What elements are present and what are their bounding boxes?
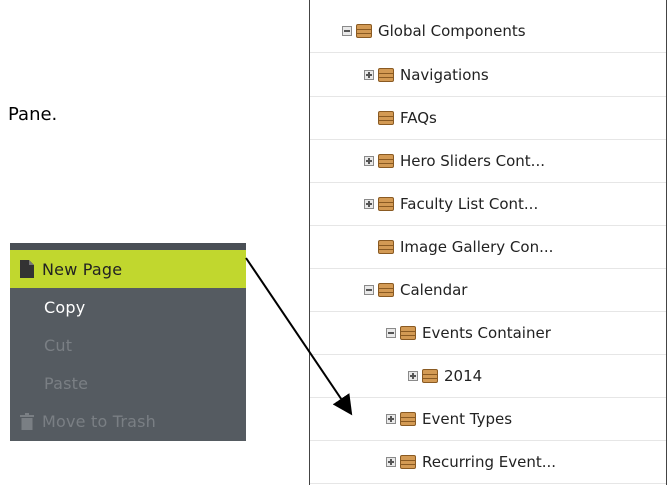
- tree-row-faqs[interactable]: FAQs: [310, 97, 666, 140]
- collapse-toggle-icon[interactable]: [342, 26, 352, 36]
- menu-item-new-page[interactable]: New Page: [10, 250, 246, 288]
- tree-row-label: Navigations: [400, 66, 489, 84]
- tree-row-label: 2014: [444, 367, 483, 385]
- context-menu: New Page Copy Cut Paste Move to Trash: [10, 243, 246, 441]
- database-icon: [378, 111, 394, 125]
- tree-row-faculty-list[interactable]: Faculty List Cont...: [310, 183, 666, 226]
- tree-row-recurring-event[interactable]: Recurring Event...: [310, 441, 666, 484]
- tree-row-label: Faculty List Cont...: [400, 195, 539, 213]
- expand-toggle-icon[interactable]: [364, 70, 374, 80]
- tree-row-label: Event Types: [422, 410, 513, 428]
- menu-item-cut[interactable]: Cut: [10, 326, 246, 364]
- tree-row-calendar[interactable]: Calendar: [310, 269, 666, 312]
- database-icon: [400, 412, 416, 426]
- menu-item-copy[interactable]: Copy: [10, 288, 246, 326]
- caption-text: Pane.: [8, 104, 58, 125]
- database-icon: [378, 68, 394, 82]
- menu-item-label: Copy: [44, 297, 86, 317]
- menu-item-label: Paste: [44, 373, 89, 393]
- database-icon: [378, 240, 394, 254]
- tree-row-2014[interactable]: 2014: [310, 355, 666, 398]
- database-icon: [400, 455, 416, 469]
- database-icon: [356, 24, 372, 38]
- trash-icon: [18, 411, 36, 431]
- database-icon: [400, 326, 416, 340]
- menu-item-paste[interactable]: Paste: [10, 364, 246, 402]
- tree-row-label: Recurring Event...: [422, 453, 557, 471]
- tree-pane: Global Components Navigations FAQs Hero …: [309, 0, 667, 485]
- menu-item-label: New Page: [42, 259, 123, 279]
- menu-item-label: Move to Trash: [42, 411, 157, 431]
- expand-toggle-icon[interactable]: [408, 371, 418, 381]
- tree-row-label: FAQs: [400, 109, 437, 127]
- database-icon: [378, 154, 394, 168]
- tree-row-label: Global Components: [378, 22, 526, 40]
- tree-row-label: Hero Sliders Cont...: [400, 152, 545, 170]
- menu-item-move-to-trash[interactable]: Move to Trash: [10, 402, 246, 440]
- tree-row-navigations[interactable]: Navigations: [310, 54, 666, 97]
- expand-toggle-icon[interactable]: [386, 457, 396, 467]
- database-icon: [378, 197, 394, 211]
- tree-row-label: Events Container: [422, 324, 551, 342]
- tree-row-event-types[interactable]: Event Types: [310, 398, 666, 441]
- tree-row-label: Calendar: [400, 281, 468, 299]
- expand-toggle-icon[interactable]: [364, 156, 374, 166]
- tree-row-events-container[interactable]: Events Container: [310, 312, 666, 355]
- collapse-toggle-icon[interactable]: [386, 328, 396, 338]
- expand-toggle-icon[interactable]: [364, 199, 374, 209]
- page-icon: [18, 259, 36, 279]
- tree-row-hero-sliders[interactable]: Hero Sliders Cont...: [310, 140, 666, 183]
- tree-row-label: Image Gallery Con...: [400, 238, 554, 256]
- database-icon: [378, 283, 394, 297]
- menu-item-label: Cut: [44, 335, 73, 355]
- expand-toggle-icon[interactable]: [386, 414, 396, 424]
- database-icon: [422, 369, 438, 383]
- tree-row-global-components[interactable]: Global Components: [310, 10, 666, 53]
- collapse-toggle-icon[interactable]: [364, 285, 374, 295]
- tree-row-image-gallery[interactable]: Image Gallery Con...: [310, 226, 666, 269]
